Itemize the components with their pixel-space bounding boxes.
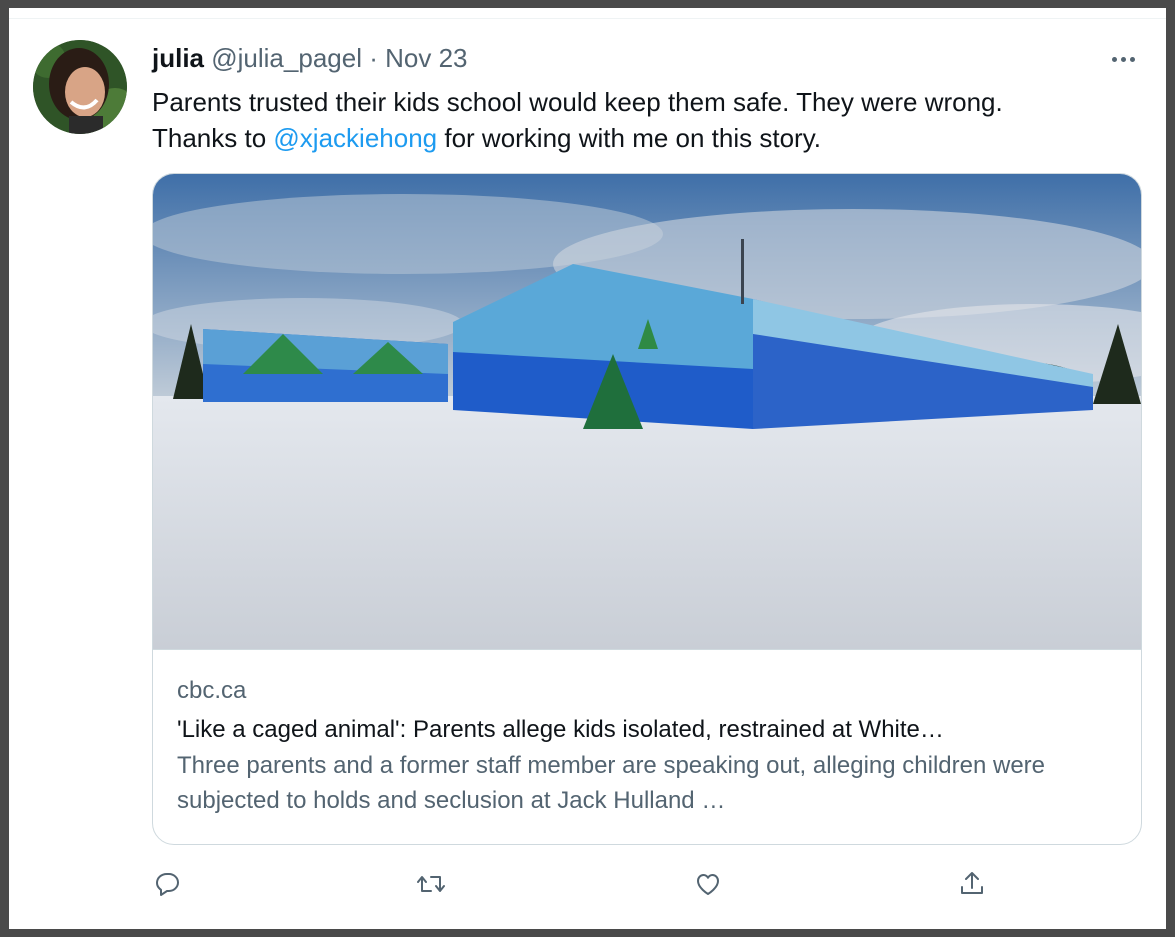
retweet-button[interactable] (415, 868, 451, 904)
divider (9, 18, 1166, 19)
reply-icon (156, 873, 179, 896)
author-handle[interactable]: @julia_pagel (211, 43, 362, 73)
more-dot-icon (1111, 56, 1117, 62)
tweet-text-line: Thanks to @xjackiehong for working with … (152, 120, 1142, 156)
separator: · (369, 43, 378, 73)
tweet-text: Parents trusted their kids school would … (152, 84, 1142, 156)
like-icon (697, 874, 719, 895)
more-options-button[interactable] (1106, 48, 1140, 70)
link-card[interactable]: cbc.ca 'Like a caged animal': Parents al… (152, 173, 1142, 845)
card-image[interactable] (153, 174, 1141, 650)
card-title: 'Like a caged animal': Parents allege ki… (177, 716, 944, 743)
share-button[interactable] (956, 868, 992, 904)
tweet-frame: julia @julia_pagel · Nov 23 Parents trus… (9, 8, 1166, 929)
avatar-image (33, 40, 127, 134)
reply-button[interactable] (151, 868, 187, 904)
tweet-header: julia @julia_pagel · Nov 23 (152, 42, 468, 74)
avatar[interactable] (33, 40, 127, 134)
tweet-actions (151, 868, 991, 904)
like-button[interactable] (692, 868, 728, 904)
card-domain: cbc.ca (177, 677, 247, 704)
retweet-icon (417, 876, 445, 892)
more-dot-icon (1129, 56, 1135, 62)
card-description: Three parents and a former staff member … (177, 752, 1046, 814)
share-icon (961, 872, 983, 894)
tweet-text-line: Parents trusted their kids school would … (152, 87, 1003, 117)
tweet-text-segment: Thanks to (152, 123, 274, 153)
more-dot-icon (1120, 56, 1126, 62)
tweet-date[interactable]: Nov 23 (385, 43, 467, 73)
mention-link[interactable]: @xjackiehong (273, 123, 437, 153)
author-name[interactable]: julia (152, 43, 204, 73)
card-body: cbc.ca 'Like a caged animal': Parents al… (153, 650, 1141, 818)
tweet-text-segment: for working with me on this story. (437, 123, 821, 153)
